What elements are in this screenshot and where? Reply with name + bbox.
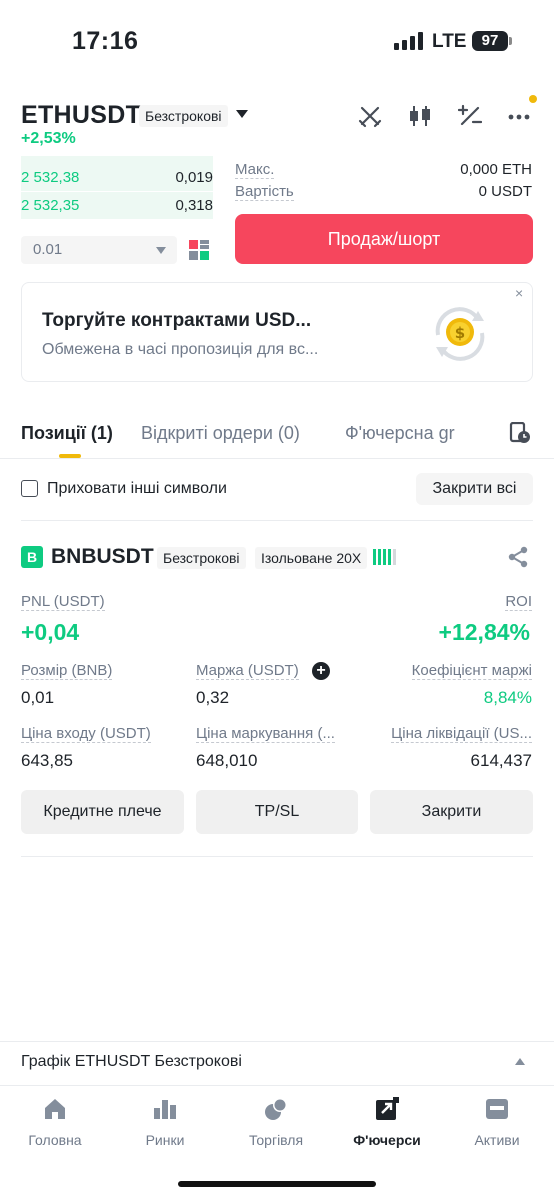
tab-futures-grid[interactable]: Ф'ючерсна gr [345,423,471,444]
markets-icon [152,1096,178,1122]
status-time: 17:16 [72,27,139,55]
position-side-badge: B [21,546,43,568]
order-book-top [21,156,213,164]
calculator-icon[interactable] [457,103,483,129]
promo-title: Торгуйте контрактами USD... [42,310,312,331]
tab-open-orders[interactable]: Відкриті ордери (0) [141,423,300,444]
cost-value: 0 USDT [478,183,532,200]
candlestick-icon[interactable] [407,103,433,129]
max-value: 0,000 ETH [460,161,532,178]
margin-ratio-value: 8,84% [483,688,532,707]
liquidation-price-value: 614,437 [470,751,532,770]
nav-home[interactable]: Головна [0,1096,110,1148]
order-book-row[interactable]: 2 532,38 0,019 [21,164,213,191]
position-symbol[interactable]: BNBUSDT [51,545,154,569]
add-margin-icon[interactable]: + [312,662,330,680]
mark-price-value: 648,010 [196,751,258,770]
svg-text:$: $ [455,324,465,342]
home-indicator [178,1181,376,1187]
price-change: +2,53% [21,130,76,147]
margin-value: 0,32 [196,688,230,707]
battle-icon[interactable] [357,103,383,129]
roi-label: ROI [505,593,532,611]
order-book-row[interactable]: 2 532,35 0,318 [21,192,213,219]
tabs-divider [0,458,554,459]
entry-price-value: 643,85 [21,751,73,770]
close-icon[interactable]: × [515,285,523,301]
margin-mode-tag: Ізольоване 20X [255,547,368,569]
pnl-label: PNL (USDT) [21,593,105,611]
nav-trade[interactable]: Торгівля [221,1096,331,1148]
symbol-dropdown-icon[interactable] [236,110,248,118]
size-value: 0,01 [21,688,55,707]
bid-qty: 0,318 [175,197,213,214]
entry-price-label: Ціна входу (USDT) [21,725,151,743]
nav-markets-label: Ринки [145,1132,185,1148]
chart-toggle-label[interactable]: Графік ETHUSDT Безстрокові [21,1053,242,1071]
bid-price: 2 532,35 [21,197,80,214]
leverage-button[interactable]: Кредитне плече [21,790,184,834]
nav-assets-label: Активи [474,1132,520,1148]
divider [0,1085,554,1086]
nav-markets[interactable]: Ринки [110,1096,220,1148]
position-contract-tag: Безстрокові [157,547,246,569]
nav-assets[interactable]: Активи [442,1096,552,1148]
battery-tip [509,37,512,45]
max-label: Макс. [235,161,275,179]
chevron-down-icon [156,247,166,254]
sell-short-button[interactable]: Продаж/шорт [235,214,533,264]
signal-icon [394,32,423,50]
divider [21,520,533,521]
margin-ratio-label: Коефіцієнт маржі [411,662,532,680]
book-view-icon[interactable] [189,240,209,260]
more-icon[interactable] [506,103,532,129]
network-label: LTE [432,31,467,52]
futures-icon [374,1096,400,1122]
pnl-value: +0,04 [21,619,80,645]
wallet-icon [484,1096,510,1122]
nav-futures-label: Ф'ючерси [353,1132,421,1148]
risk-level-icon [373,549,396,565]
liquidation-price-label: Ціна ліквідації (US... [391,725,532,743]
contract-type-tag: Безстрокові [139,105,228,127]
depth-select[interactable]: 0.01 [21,236,177,264]
margin-label: Маржа (USDT) [196,662,299,680]
nav-home-label: Головна [28,1132,82,1148]
trade-icon [263,1096,289,1122]
home-icon [42,1096,68,1122]
size-label: Розмір (BNB) [21,662,113,680]
bid-price: 2 532,38 [21,169,80,186]
divider [0,1041,554,1042]
chevron-up-icon[interactable] [515,1058,525,1065]
cost-label: Вартість [235,183,294,201]
divider [21,856,533,857]
mark-price-label: Ціна маркування (... [196,725,335,743]
battery-icon: 97 [472,31,508,51]
hide-other-symbols-checkbox[interactable] [21,480,38,497]
notification-dot [529,95,537,103]
close-all-button[interactable]: Закрити всі [416,473,533,505]
roi-value: +12,84% [438,619,530,645]
history-icon[interactable] [509,421,531,444]
nav-futures[interactable]: Ф'ючерси [332,1096,442,1148]
coin-exchange-icon: $ [428,305,492,363]
tab-positions[interactable]: Позиції (1) [21,423,113,444]
bid-qty: 0,019 [175,169,213,186]
tpsl-button[interactable]: TP/SL [196,790,358,834]
symbol-title[interactable]: ETHUSDT [21,101,141,130]
share-icon[interactable] [506,545,530,569]
promo-subtitle: Обмежена в часі пропозиція для вс... [42,341,319,358]
nav-trade-label: Торгівля [248,1132,304,1148]
close-position-button[interactable]: Закрити [370,790,533,834]
hide-other-symbols-label[interactable]: Приховати інші символи [47,480,227,498]
